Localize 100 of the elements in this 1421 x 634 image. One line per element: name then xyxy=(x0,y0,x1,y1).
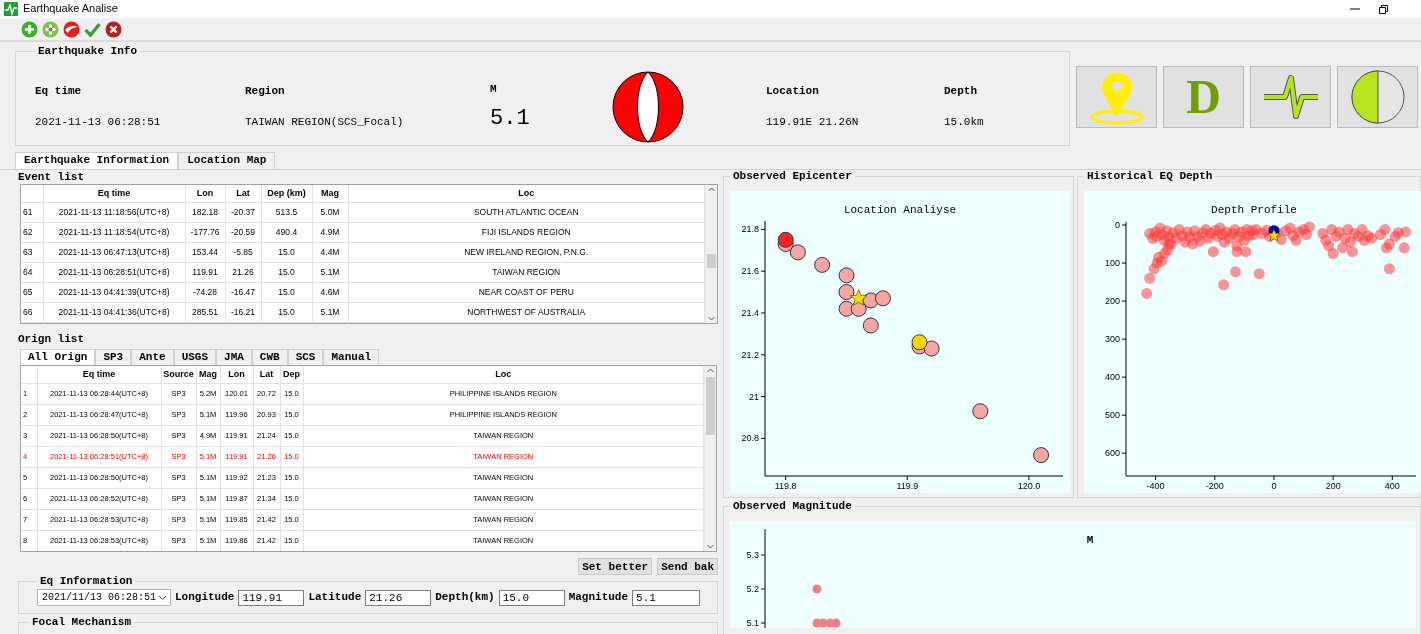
column-header[interactable]: Lon xyxy=(220,366,253,383)
row-number: 65 xyxy=(21,282,43,302)
tab[interactable]: USGS xyxy=(173,349,217,365)
field-label: Location xyxy=(766,84,820,99)
data-point xyxy=(777,231,794,248)
data-point xyxy=(1344,236,1356,248)
data-point xyxy=(1356,224,1368,236)
data-point xyxy=(812,584,822,594)
row-number: 61 xyxy=(21,202,43,222)
field-label: Region xyxy=(245,84,286,99)
field-value: 119.91E 21.26N xyxy=(766,115,860,130)
action-button[interactable]: Set better xyxy=(578,558,653,575)
column-header[interactable]: Lat xyxy=(253,366,280,383)
column-header[interactable]: Dep xyxy=(280,366,303,383)
data-point xyxy=(875,290,891,307)
tick-label: 0 xyxy=(1115,220,1120,231)
data-point xyxy=(1141,288,1153,299)
tab[interactable]: Ante xyxy=(131,349,174,365)
data-point xyxy=(1342,224,1354,236)
chevron-down-icon[interactable] xyxy=(158,593,167,602)
column-header[interactable]: Eq time xyxy=(37,366,161,383)
data-point xyxy=(1218,279,1230,291)
tick-label: 21 xyxy=(749,391,759,402)
data-point xyxy=(838,267,855,284)
input-field[interactable]: 119.91 xyxy=(238,589,305,606)
data-point xyxy=(1170,232,1182,244)
scrollbar[interactable] xyxy=(705,185,717,323)
data-point xyxy=(1284,222,1296,234)
data-point xyxy=(1253,268,1265,280)
restore-icon[interactable] xyxy=(1377,3,1389,15)
data-point xyxy=(1207,246,1219,258)
data-point xyxy=(1383,263,1395,275)
delete-icon[interactable] xyxy=(105,20,122,38)
check-icon[interactable] xyxy=(84,20,101,38)
column-header[interactable]: Lon xyxy=(185,185,225,202)
tick-label: 400 xyxy=(1104,372,1120,383)
data-point xyxy=(1158,248,1170,260)
column-header[interactable]: Lat xyxy=(225,185,261,202)
table-cell: NEW IRELAND REGION, P.N.G. xyxy=(348,242,705,262)
table-cell: 4.6M xyxy=(312,282,348,302)
column-header[interactable]: Eq time xyxy=(43,185,185,202)
table-cell: 15.0 xyxy=(261,302,312,322)
input-field[interactable]: 21.26 xyxy=(365,589,432,606)
tick-label: -400 xyxy=(1146,481,1165,491)
tab[interactable]: Manual xyxy=(323,349,380,365)
action-button[interactable]: Send bak xyxy=(657,558,718,575)
field-value: 15.0km xyxy=(944,115,985,130)
tab[interactable]: CWB xyxy=(251,349,288,365)
data-point xyxy=(1214,222,1226,234)
tab[interactable]: SP3 xyxy=(95,349,132,365)
table-cell: -74.28 xyxy=(185,282,225,302)
data-point xyxy=(1154,222,1166,234)
column-header[interactable]: Mag xyxy=(312,185,348,202)
ball-icon[interactable] xyxy=(63,20,80,38)
input-field[interactable]: 5.1 xyxy=(632,589,701,606)
data-point xyxy=(1202,232,1214,244)
scrollbar-thumb[interactable] xyxy=(707,254,716,268)
tick-label: 0 xyxy=(1271,481,1277,491)
scrollbar-thumb[interactable] xyxy=(706,377,715,435)
table-cell: 119.91 xyxy=(185,262,225,282)
row-number: 63 xyxy=(21,242,43,262)
data-point xyxy=(1156,255,1167,267)
data-point xyxy=(1326,224,1338,236)
tab[interactable]: SCS xyxy=(287,349,324,365)
data-point xyxy=(1337,242,1349,254)
column-header[interactable]: Dep (km) xyxy=(261,185,312,202)
data-point xyxy=(1189,225,1201,237)
add-point-icon[interactable] xyxy=(42,20,59,38)
field-label: Depth xyxy=(944,84,978,99)
field-value: TAIWAN REGION(SCS_Focal) xyxy=(245,115,405,130)
data-point xyxy=(1383,238,1395,250)
tick-label: 100 xyxy=(1104,258,1120,269)
tab[interactable]: Earthquake Information xyxy=(15,152,179,169)
waveform-button[interactable] xyxy=(1250,66,1331,128)
tab[interactable]: JMA xyxy=(216,349,252,365)
magnitude-value: 5.1 xyxy=(490,105,531,132)
table-cell: 2021-11-13 11:18:56(UTC+8) xyxy=(43,202,185,222)
data-point xyxy=(1358,234,1370,246)
table-cell: FIJI ISLANDS REGION xyxy=(348,222,705,242)
column-header[interactable]: Mag xyxy=(196,366,220,383)
group-title: Observed Magnitude xyxy=(732,500,853,512)
tab[interactable]: Location Map xyxy=(178,152,276,169)
tab[interactable]: All Orign xyxy=(20,349,96,365)
column-header[interactable]: Loc xyxy=(303,366,704,383)
table-cell: 4.4M xyxy=(312,242,348,262)
add-icon[interactable] xyxy=(21,20,38,38)
chart-title: M xyxy=(1086,534,1094,546)
date-time-dropdown[interactable]: 2021/11/13 06:28:51 xyxy=(37,589,171,606)
scrollbar[interactable] xyxy=(704,366,716,551)
chart-title: Depth Profile xyxy=(1211,204,1297,216)
table-cell: -20.59 xyxy=(225,222,261,242)
column-header[interactable]: Source xyxy=(161,366,196,383)
column-header[interactable]: Loc xyxy=(348,185,705,202)
tick-label: 300 xyxy=(1104,334,1120,345)
data-point xyxy=(972,403,989,420)
half-circle-button[interactable] xyxy=(1337,66,1418,128)
group-title: Historical EQ Depth xyxy=(1086,170,1214,182)
data-point xyxy=(862,317,879,334)
map-pin-button[interactable] xyxy=(1076,66,1157,128)
input-field[interactable]: 15.0 xyxy=(498,589,565,606)
